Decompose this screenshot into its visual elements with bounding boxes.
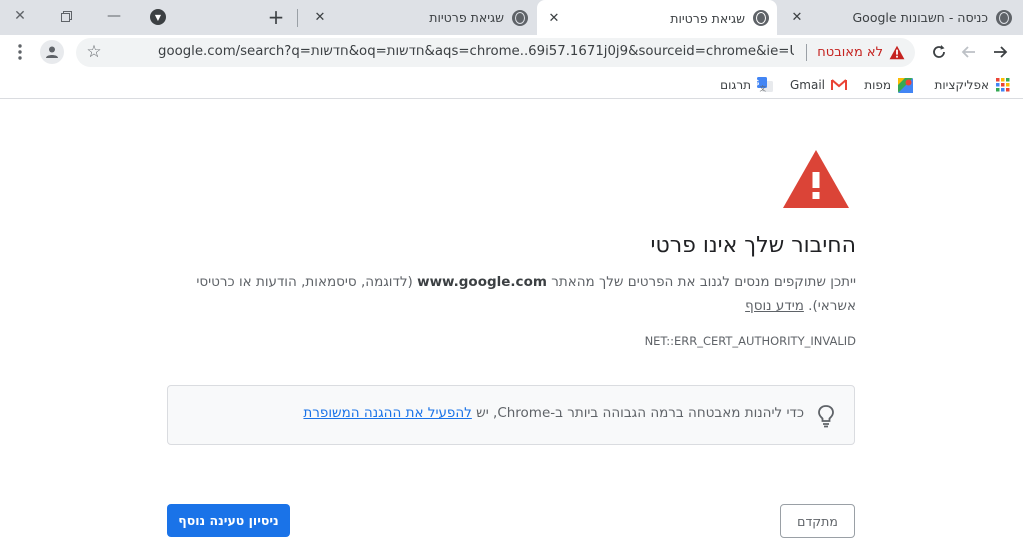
person-icon: [46, 46, 58, 58]
apps-grid-icon: [995, 77, 1011, 93]
bookmark-gmail[interactable]: Gmail: [790, 75, 847, 95]
gmail-icon: [831, 77, 847, 93]
enable-enhanced-protection-link[interactable]: להפעיל את ההגנה המשופרת: [303, 405, 471, 421]
warning-triangle-icon: [783, 150, 849, 208]
omnibox[interactable]: ☆ google.com/search?q=חדשות&oq=חדשות&aqs…: [76, 38, 915, 67]
bookmark-label: Gmail: [789, 78, 825, 92]
host-name: www.google.com: [417, 274, 547, 290]
chevron-down-icon: ▼: [150, 9, 166, 25]
menu-button[interactable]: [10, 40, 30, 64]
restore-icon: [60, 10, 72, 22]
globe-icon: [512, 9, 528, 26]
learn-more-link[interactable]: מידע נוסף: [745, 298, 804, 314]
lightbulb-icon: [818, 405, 834, 428]
tab-close-icon[interactable]: ✕: [545, 11, 563, 26]
bookmark-label: תרגום: [720, 78, 751, 92]
error-code[interactable]: NET::ERR_CERT_AUTHORITY_INVALID: [556, 334, 856, 348]
privacy-error-page: החיבור שלך אינו פרטי ייתכן שתוקפים מנסים…: [0, 100, 1023, 553]
toolbar: ☆ google.com/search?q=חדשות&oq=חדשות&aqs…: [0, 35, 1023, 71]
tab-title: שגיאת פרטיות: [670, 10, 745, 26]
reload-icon: [933, 45, 945, 58]
maps-icon: [897, 77, 913, 93]
tab-title: שגיאת פרטיות: [429, 10, 504, 25]
reload-page-button[interactable]: ניסיון טעינה נוסף: [167, 504, 290, 537]
tab-privacy-error-2[interactable]: שגיאת פרטיות ✕: [303, 0, 536, 35]
arrow-right-icon: [994, 46, 1008, 58]
globe-icon: [753, 10, 769, 26]
tab-search-button[interactable]: ▼: [146, 6, 170, 28]
forward-button[interactable]: [955, 38, 983, 66]
chip-divider: [806, 44, 808, 61]
arrow-right-disabled-icon: [961, 46, 975, 58]
back-button[interactable]: [986, 38, 1014, 66]
warning-triangle-icon: [889, 45, 905, 61]
window-restore-button[interactable]: [46, 2, 86, 30]
translate-icon: G 文: [757, 77, 773, 93]
tab-title: כניסה - חשבונות Google: [852, 10, 989, 25]
url-text[interactable]: google.com/search?q=חדשות&oq=חדשות&aqs=c…: [158, 44, 794, 59]
bookmark-label: אפליקציות: [934, 78, 990, 92]
profile-button[interactable]: [40, 40, 64, 64]
tab-strip: ✕ — ▼ + שגיאת פרטיות ✕ שגיאת פרטיות ✕ כנ…: [0, 0, 1023, 36]
tab-privacy-error-active[interactable]: שגיאת פרטיות ✕: [537, 0, 777, 36]
page-title: החיבור שלך אינו פרטי: [650, 233, 856, 258]
enhanced-protection-text: כדי ליהנות מאבטחה ברמה הגבוהה ביותר ב-Ch…: [303, 405, 804, 421]
tab-close-icon[interactable]: ✕: [788, 10, 806, 25]
enhanced-protection-message: כדי ליהנות מאבטחה ברמה הגבוהה ביותר ב-Ch…: [471, 405, 804, 421]
globe-icon: [996, 9, 1012, 26]
tab-google-accounts-login[interactable]: כניסה - חשבונות Google ✕: [780, 0, 1020, 35]
bookmarks-bar: אפליקציות מפות Gmail G 文: [0, 71, 1023, 99]
explanation-part-1: ייתכן שתוקפים מנסים לגנוב את הפרטים שלך …: [546, 274, 856, 290]
bookmark-label: מפות: [864, 78, 891, 92]
window-minimize-button[interactable]: —: [94, 2, 134, 30]
advanced-button[interactable]: מתקדם: [780, 504, 855, 538]
tab-separator: [297, 9, 298, 27]
svg-text:文: 文: [760, 84, 767, 93]
window-close-button[interactable]: ✕: [0, 2, 40, 30]
reload-button[interactable]: [925, 38, 953, 66]
bookmark-translate[interactable]: G 文 תרגום: [720, 75, 773, 95]
enhanced-protection-box: כדי ליהנות מאבטחה ברמה הגבוהה ביותר ב-Ch…: [167, 385, 855, 445]
new-tab-button[interactable]: +: [262, 4, 290, 30]
tab-close-icon[interactable]: ✕: [311, 10, 329, 25]
bookmark-apps[interactable]: אפליקציות: [935, 75, 1012, 95]
bookmark-star-icon[interactable]: ☆: [84, 42, 104, 62]
bookmark-maps[interactable]: מפות: [864, 75, 913, 95]
not-secure-label: לא מאובטח: [817, 45, 883, 60]
security-chip[interactable]: לא מאובטח: [806, 43, 905, 62]
explanation-text: ייתכן שתוקפים מנסים לגנוב את הפרטים שלך …: [167, 270, 856, 318]
kebab-menu-icon: [18, 44, 22, 60]
